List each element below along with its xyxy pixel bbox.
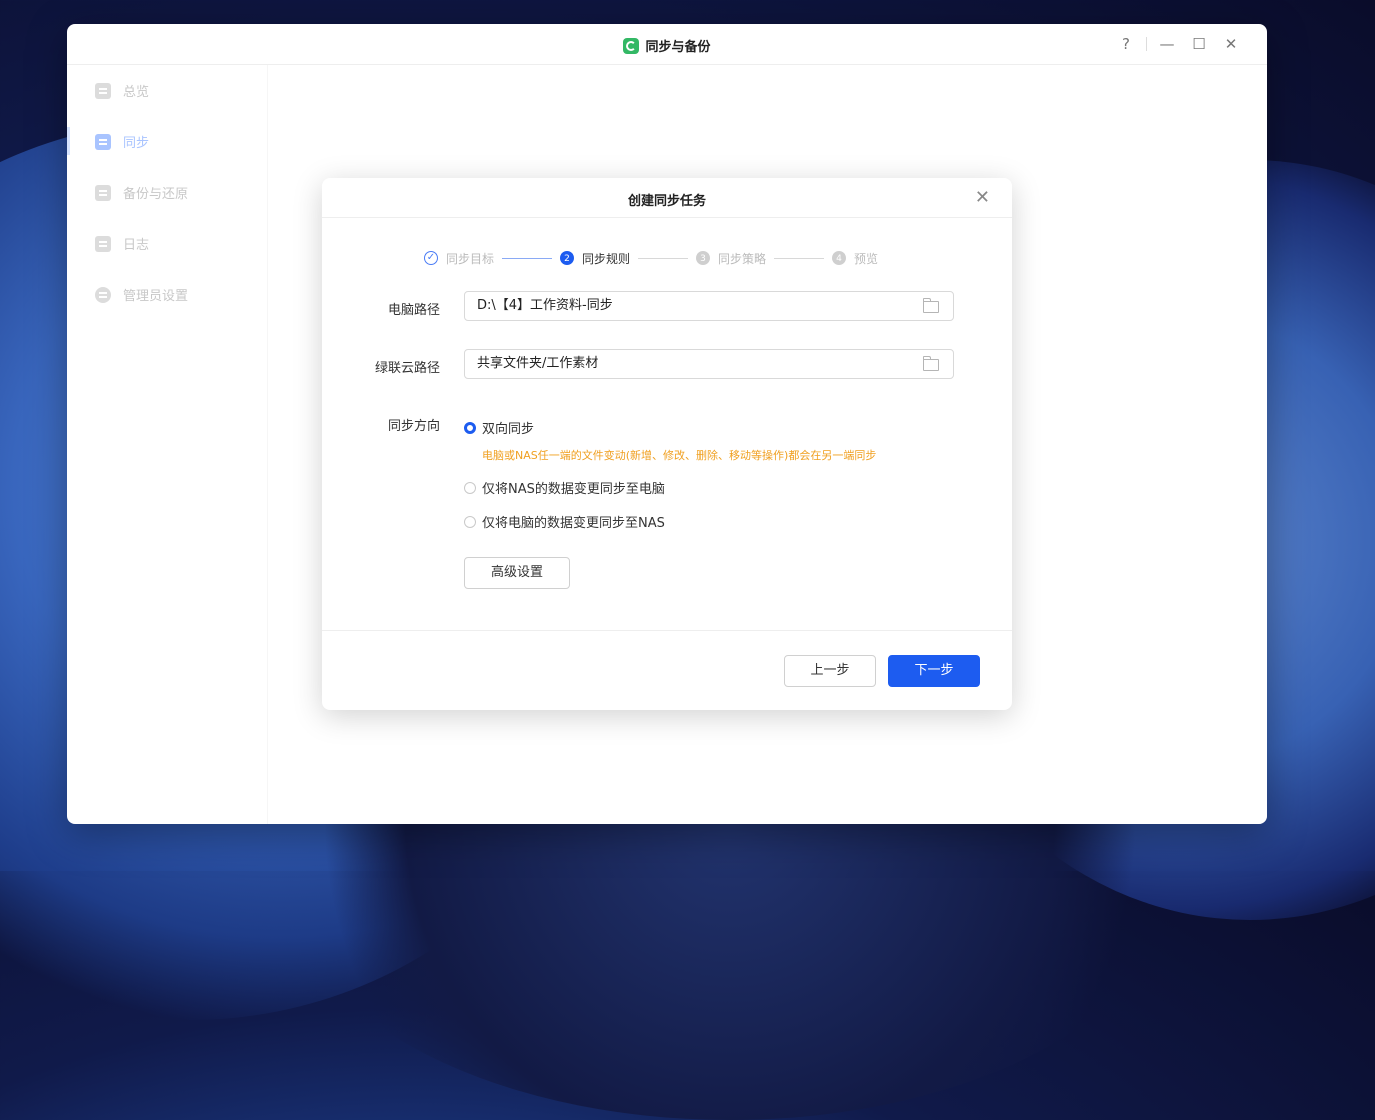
- close-icon[interactable]: ✕: [975, 187, 990, 208]
- step-number: 3: [696, 251, 711, 265]
- minimize-icon[interactable]: —: [1151, 32, 1183, 56]
- sync-direction-label: 同步方向: [387, 419, 440, 434]
- log-book-icon: [95, 235, 111, 252]
- step-label: 同步目标: [446, 251, 495, 266]
- previous-step-button[interactable]: 上一步: [784, 655, 876, 687]
- radio-label: 仅将NAS的数据变更同步至电脑: [482, 482, 665, 497]
- cloud-path-input[interactable]: 共享文件夹/工作素材: [464, 349, 954, 379]
- step-connector: [638, 257, 689, 259]
- step-label: 同步规则: [582, 251, 631, 266]
- radio-label: 仅将电脑的数据变更同步至NAS: [482, 516, 665, 531]
- app-title: 同步与备份: [67, 36, 1267, 55]
- step-connector: [502, 257, 553, 259]
- gear-icon: [95, 286, 111, 303]
- cloud-path-label: 绿联云路径: [374, 361, 440, 376]
- dialog-title: 创建同步任务: [627, 194, 706, 209]
- sidebar-item-overview[interactable]: 总览: [67, 65, 267, 116]
- chart-icon: [95, 82, 111, 99]
- folder-icon[interactable]: [923, 356, 939, 371]
- sync-arrows-icon: [95, 133, 111, 150]
- pc-path-input[interactable]: D:\【4】工作资料-同步: [464, 291, 954, 321]
- step-sync-target: ✓ 同步目标: [424, 250, 494, 267]
- maximize-icon[interactable]: ☐: [1183, 32, 1215, 56]
- radio-button[interactable]: [464, 421, 476, 434]
- folder-icon[interactable]: [923, 298, 939, 313]
- app-title-text: 同步与备份: [645, 40, 711, 55]
- close-icon[interactable]: ✕: [1215, 32, 1247, 56]
- pc-path-label: 电脑路径: [387, 303, 440, 318]
- step-number: 2: [560, 251, 575, 265]
- create-sync-task-dialog: 创建同步任务 ✕ ✓ 同步目标 2 同步规则 3 同步策略 4 预览 电脑路径 …: [322, 178, 1012, 710]
- radio-label: 双向同步: [482, 422, 535, 437]
- title-divider: [1146, 37, 1147, 51]
- sidebar-item-sync[interactable]: 同步: [67, 116, 267, 167]
- backup-icon: [95, 184, 111, 201]
- sidebar: 总览 同步 备份与还原 日志 管理员设置: [67, 65, 268, 824]
- sidebar-item-label: 日志: [123, 238, 150, 253]
- sync-direction-hint: 电脑或NAS任一端的文件变动(新增、修改、删除、移动等操作)都会在另一端同步: [482, 449, 877, 462]
- radio-button[interactable]: [464, 515, 476, 528]
- step-connector: [774, 257, 825, 259]
- step-number: 4: [832, 251, 847, 265]
- sidebar-item-log[interactable]: 日志: [67, 218, 267, 269]
- dialog-footer-divider: [322, 630, 1012, 631]
- sync-app-icon: [623, 38, 640, 54]
- radio-button[interactable]: [464, 481, 476, 494]
- step-sync-rules: 2 同步规则: [560, 250, 630, 267]
- step-indicator: ✓ 同步目标 2 同步规则 3 同步策略 4 预览: [424, 248, 878, 268]
- check-icon: ✓: [424, 251, 438, 265]
- sidebar-item-admin-settings[interactable]: 管理员设置: [67, 269, 267, 320]
- title-bar: 同步与备份 ? — ☐ ✕: [67, 24, 1267, 65]
- step-sync-strategy: 3 同步策略: [696, 250, 766, 267]
- sidebar-item-backup[interactable]: 备份与还原: [67, 167, 267, 218]
- advanced-settings-button[interactable]: 高级设置: [464, 557, 570, 589]
- radio-nas-to-pc[interactable]: 仅将NAS的数据变更同步至电脑: [464, 478, 665, 497]
- cloud-path-value: 共享文件夹/工作素材: [477, 356, 599, 371]
- step-label: 预览: [854, 251, 879, 266]
- radio-pc-to-nas[interactable]: 仅将电脑的数据变更同步至NAS: [464, 512, 665, 531]
- next-step-button[interactable]: 下一步: [888, 655, 980, 687]
- sidebar-item-label: 总览: [123, 85, 150, 100]
- sidebar-item-label: 管理员设置: [123, 289, 189, 304]
- pc-path-value: D:\【4】工作资料-同步: [477, 298, 613, 313]
- help-icon[interactable]: ?: [1110, 32, 1142, 56]
- sidebar-item-label: 备份与还原: [123, 187, 189, 202]
- dialog-header: 创建同步任务 ✕: [322, 178, 1012, 218]
- step-preview: 4 预览: [832, 250, 878, 267]
- radio-two-way-sync[interactable]: 双向同步: [464, 418, 534, 437]
- sidebar-item-label: 同步: [123, 136, 150, 151]
- step-label: 同步策略: [718, 251, 767, 266]
